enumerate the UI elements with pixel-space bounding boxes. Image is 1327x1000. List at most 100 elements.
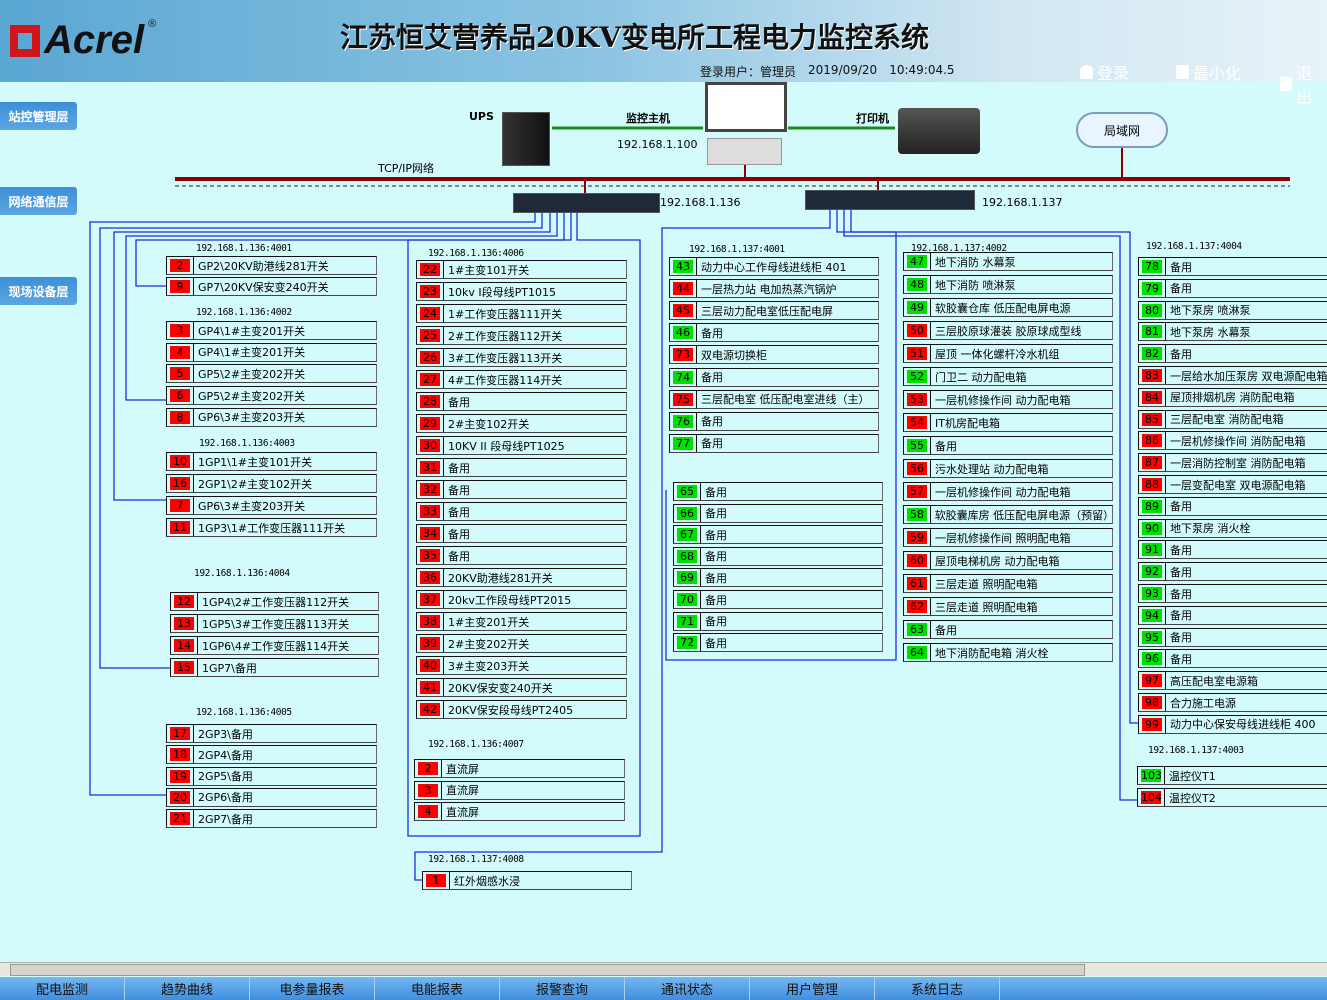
device-row[interactable]: 36 20KV助港线281开关 [416, 568, 627, 587]
device-row[interactable]: 80 地下泵房 喷淋泵 [1138, 300, 1327, 320]
device-row[interactable]: 32 备用 [416, 480, 627, 499]
device-row[interactable]: 21 2GP7\备用 [166, 809, 377, 829]
device-row[interactable]: 30 10KV II 段母线PT1025 [416, 436, 627, 455]
device-row[interactable]: 43 动力中心工作母线进线柜 401 [669, 257, 879, 276]
serial-server-137[interactable] [805, 190, 975, 210]
device-row[interactable]: 12 1GP4\2#工作变压器112开关 [170, 592, 379, 611]
horizontal-scrollbar[interactable] [0, 962, 1327, 976]
device-row[interactable]: 45 三层动力配电室低压配电屏 [669, 301, 879, 321]
device-row[interactable]: 84 屋顶排烟机房 消防配电箱 [1138, 387, 1327, 407]
device-row[interactable]: 64 地下消防配电箱 消火栓 [903, 643, 1113, 662]
tab-2[interactable]: 电参量报表 [250, 977, 375, 1000]
device-row[interactable]: 76 备用 [669, 411, 879, 431]
device-row[interactable]: 90 地下泵房 消火栓 [1138, 518, 1327, 538]
device-row[interactable]: 82 备用 [1138, 344, 1327, 364]
device-row[interactable]: 41 20KV保安变240开关 [416, 678, 627, 697]
device-row[interactable]: 4 直流屏 [414, 802, 625, 822]
tab-5[interactable]: 通讯状态 [625, 977, 750, 1000]
device-row[interactable]: 47 地下消防 水幕泵 [903, 252, 1113, 271]
device-row[interactable]: 23 10kv I段母线PT1015 [416, 282, 627, 301]
device-row[interactable]: 25 2#工作变压器112开关 [416, 326, 627, 345]
device-row[interactable]: 10 1GP1\1#主变101开关 [166, 452, 377, 471]
device-row[interactable]: 40 3#主变203开关 [416, 656, 627, 675]
device-row[interactable]: 104 温控仪T2 [1137, 788, 1327, 807]
device-row[interactable]: 81 地下泵房 水幕泵 [1138, 322, 1327, 342]
tab-7[interactable]: 系统日志 [875, 977, 1000, 1000]
device-row[interactable]: 46 备用 [669, 323, 879, 343]
device-row[interactable]: 70 备用 [673, 590, 883, 609]
host-computer-icon[interactable] [707, 138, 782, 165]
device-row[interactable]: 20 2GP6\备用 [166, 787, 377, 807]
device-row[interactable]: 89 备用 [1138, 496, 1327, 516]
device-row[interactable]: 77 备用 [669, 433, 879, 453]
device-row[interactable]: 63 备用 [903, 620, 1113, 639]
device-row[interactable]: 69 备用 [673, 568, 883, 588]
device-row[interactable]: 59 一层机修操作间 照明配电箱 [903, 528, 1113, 547]
device-row[interactable]: 72 备用 [673, 633, 883, 653]
device-row[interactable]: 75 三层配电室 低压配电室进线（主） [669, 389, 879, 409]
device-row[interactable]: 31 备用 [416, 458, 627, 477]
tab-4[interactable]: 报警查询 [500, 977, 625, 1000]
device-row[interactable]: 96 备用 [1138, 649, 1327, 669]
device-row[interactable]: 66 备用 [673, 503, 883, 523]
tab-0[interactable]: 配电监测 [0, 977, 125, 1000]
device-row[interactable]: 65 备用 [673, 482, 883, 501]
device-row[interactable]: 11 1GP3\1#工作变压器111开关 [166, 518, 377, 537]
device-row[interactable]: 19 2GP5\备用 [166, 766, 377, 786]
device-row[interactable]: 94 备用 [1138, 605, 1327, 625]
device-row[interactable]: 13 1GP5\3#工作变压器113开关 [170, 614, 379, 633]
device-row[interactable]: 33 备用 [416, 502, 627, 521]
device-row[interactable]: 54 IT机房配电箱 [903, 413, 1113, 432]
device-row[interactable]: 73 双电源切换柜 [669, 345, 879, 365]
device-row[interactable]: 49 软胶囊仓库 低压配电屏电源 [903, 298, 1113, 317]
device-row[interactable]: 79 备用 [1138, 278, 1327, 298]
device-row[interactable]: 91 备用 [1138, 540, 1327, 560]
device-row[interactable]: 35 备用 [416, 546, 627, 565]
device-row[interactable]: 34 备用 [416, 524, 627, 543]
device-row[interactable]: 62 三层走道 照明配电箱 [903, 597, 1113, 616]
device-row[interactable]: 14 1GP6\4#工作变压器114开关 [170, 636, 379, 655]
device-row[interactable]: 44 一层热力站 电加热蒸汽锅炉 [669, 279, 879, 299]
device-row[interactable]: 60 屋顶电梯机房 动力配电箱 [903, 551, 1113, 570]
device-row[interactable]: 8 GP6\3#主变203开关 [166, 407, 377, 427]
device-row[interactable]: 87 一层消防控制室 消防配电箱 [1138, 453, 1327, 473]
device-row[interactable]: 74 备用 [669, 367, 879, 387]
device-row[interactable]: 9 GP7\20KV保安变240开关 [166, 277, 377, 296]
device-row[interactable]: 68 备用 [673, 546, 883, 566]
device-row[interactable]: 93 备用 [1138, 584, 1327, 603]
device-row[interactable]: 22 1#主变101开关 [416, 260, 627, 279]
device-row[interactable]: 42 20KV保安段母线PT2405 [416, 700, 627, 719]
device-row[interactable]: 52 门卫二 动力配电箱 [903, 367, 1113, 386]
device-row[interactable]: 38 1#主变201开关 [416, 612, 627, 631]
device-row[interactable]: 15 1GP7\备用 [170, 658, 379, 677]
device-row[interactable]: 85 三层配电室 消防配电箱 [1138, 409, 1327, 429]
device-row[interactable]: 1 红外烟感水浸 [422, 871, 632, 890]
device-row[interactable]: 7 GP6\3#主变203开关 [166, 496, 377, 515]
device-row[interactable]: 48 地下消防 喷淋泵 [903, 275, 1113, 294]
device-row[interactable]: 67 备用 [673, 525, 883, 545]
device-row[interactable]: 97 高压配电室电源箱 [1138, 671, 1327, 691]
monitor-icon[interactable] [705, 82, 787, 132]
device-row[interactable]: 39 2#主变202开关 [416, 634, 627, 653]
device-row[interactable]: 37 20kv工作段母线PT2015 [416, 590, 627, 609]
device-row[interactable]: 6 GP5\2#主变202开关 [166, 386, 377, 406]
ups-icon[interactable] [502, 112, 550, 166]
device-row[interactable]: 4 GP4\1#主变201开关 [166, 342, 377, 362]
device-row[interactable]: 16 2GP1\2#主变102开关 [166, 474, 377, 493]
device-row[interactable]: 57 一层机修操作间 动力配电箱 [903, 482, 1113, 501]
device-row[interactable]: 26 3#工作变压器113开关 [416, 348, 627, 367]
device-row[interactable]: 53 一层机修操作间 动力配电箱 [903, 390, 1113, 409]
tab-6[interactable]: 用户管理 [750, 977, 875, 1000]
scrollbar-thumb[interactable] [10, 964, 1085, 976]
device-row[interactable]: 55 备用 [903, 436, 1113, 455]
lan-cloud-icon[interactable]: 局域网 [1076, 112, 1168, 148]
device-row[interactable]: 78 备用 [1138, 257, 1327, 276]
device-row[interactable]: 17 2GP3\备用 [166, 724, 377, 743]
tab-3[interactable]: 电能报表 [375, 977, 500, 1000]
serial-server-136[interactable] [513, 193, 660, 213]
device-row[interactable]: 3 直流屏 [414, 780, 625, 800]
device-row[interactable]: 2 GP2\20KV助港线281开关 [166, 256, 377, 275]
device-row[interactable]: 88 一层变配电室 双电源配电箱 [1138, 475, 1327, 494]
device-row[interactable]: 103 温控仪T1 [1137, 766, 1327, 785]
device-row[interactable]: 29 2#主变102开关 [416, 414, 627, 433]
